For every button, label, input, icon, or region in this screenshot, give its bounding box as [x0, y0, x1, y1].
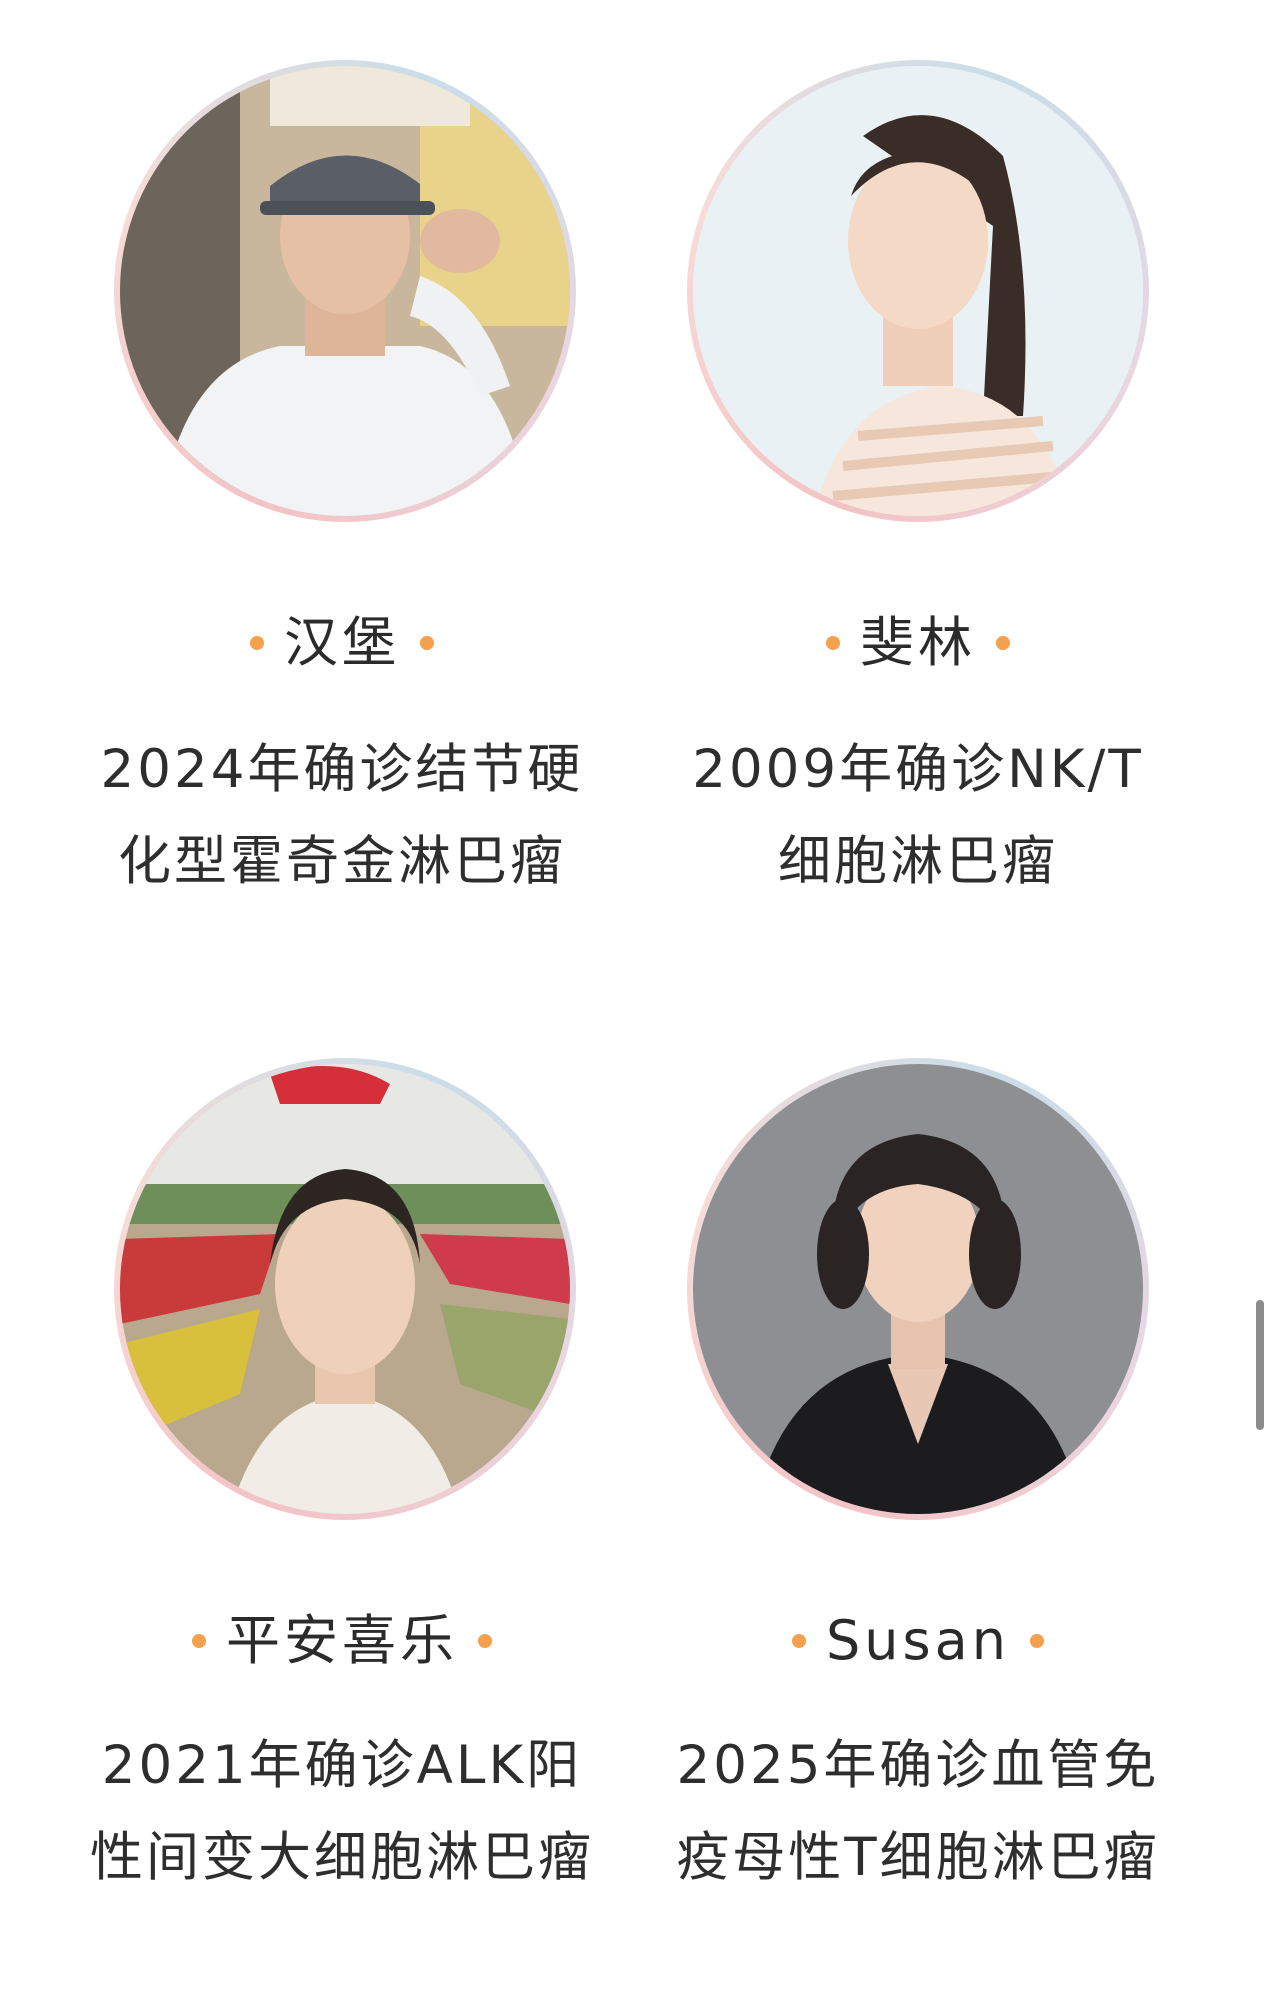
desc-line: 2025年确诊血管免: [676, 1735, 1160, 1796]
avatar-photo: [120, 66, 570, 516]
bullet-dot-icon: [250, 636, 264, 650]
bullet-dot-icon: [192, 1634, 206, 1648]
bullet-dot-icon: [826, 636, 840, 650]
bullet-dot-icon: [478, 1634, 492, 1648]
profile-description: 2021年确诊ALK阳 性间变大细胞淋巴瘤: [42, 1720, 642, 1904]
desc-line: 化型霍奇金淋巴瘤: [118, 831, 566, 892]
bullet-dot-icon: [792, 1634, 807, 1648]
profile-description: 2009年确诊NK/T 细胞淋巴瘤: [618, 724, 1218, 908]
desc-line: 2024年确诊结节硬: [100, 739, 584, 800]
avatar-ring: [114, 60, 576, 522]
bullet-dot-icon: [420, 636, 434, 650]
name-row: 平安喜乐: [42, 1606, 642, 1676]
desc-line: 细胞淋巴瘤: [778, 831, 1058, 892]
avatar-ring: [114, 1058, 576, 1520]
desc-line: 疫母性T细胞淋巴瘤: [676, 1827, 1160, 1888]
desc-line: 2009年确诊NK/T: [692, 739, 1144, 800]
profile-description: 2024年确诊结节硬 化型霍奇金淋巴瘤: [42, 724, 642, 908]
avatar-photo: [120, 1064, 570, 1514]
desc-line: 性间变大细胞淋巴瘤: [90, 1827, 594, 1888]
avatar-photo: [693, 1064, 1143, 1514]
avatar-photo: [693, 66, 1143, 516]
vertical-scrollbar[interactable]: [1256, 1300, 1264, 1430]
avatar-ring: [687, 60, 1149, 522]
bullet-dot-icon: [1029, 1634, 1044, 1648]
profile-description: 2025年确诊血管免 疫母性T细胞淋巴瘤: [618, 1720, 1218, 1904]
avatar-ring: [687, 1058, 1149, 1520]
profile-name: 平安喜乐: [226, 1609, 458, 1672]
name-row: 汉堡: [42, 608, 642, 678]
name-row: 斐林: [618, 608, 1218, 678]
profile-name: 斐林: [860, 611, 976, 674]
desc-line: 2021年确诊ALK阳: [101, 1735, 583, 1796]
bullet-dot-icon: [996, 636, 1010, 650]
profile-name: Susan: [826, 1609, 1010, 1672]
profile-name: 汉堡: [284, 611, 400, 674]
name-row: Susan: [618, 1606, 1218, 1676]
